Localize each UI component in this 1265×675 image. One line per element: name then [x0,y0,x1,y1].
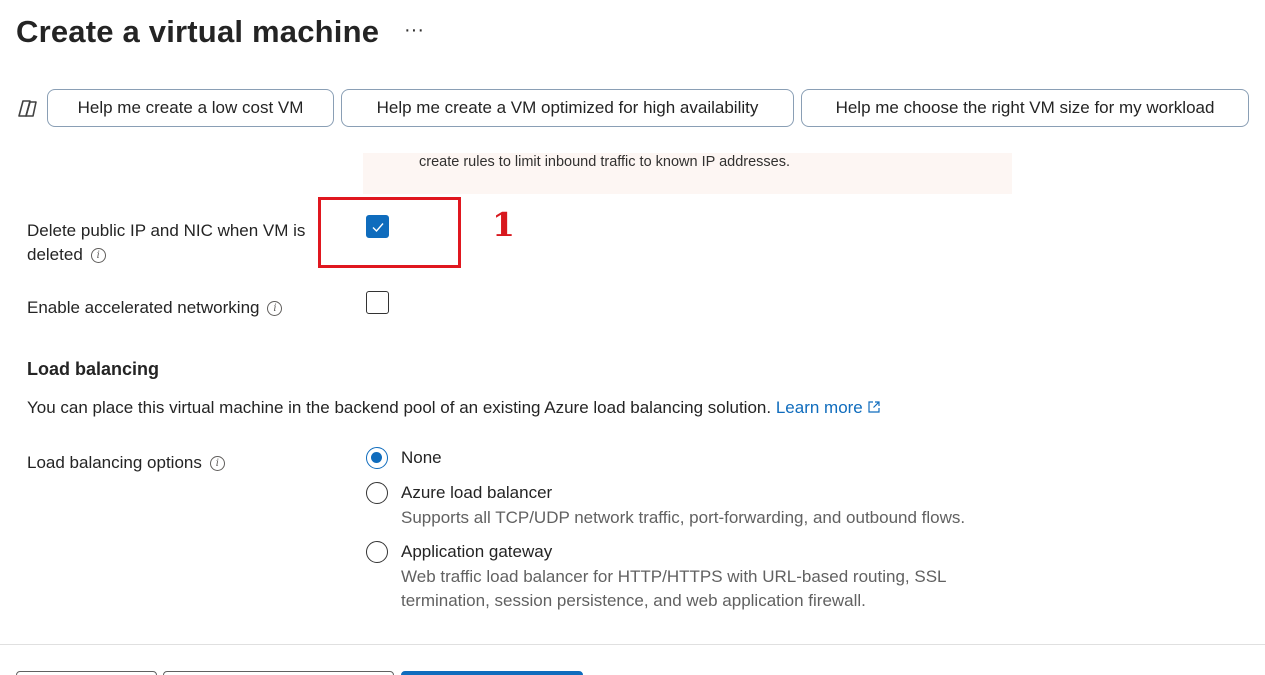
external-link-icon [868,401,880,413]
info-icon[interactable]: i [267,301,283,317]
radio-application-gateway-label: Application gateway [401,542,553,561]
warning-banner: create rules to limit inbound traffic to… [363,153,1012,194]
page-title: Create a virtual machine [16,14,380,49]
copilot-icon [16,98,40,120]
delete-public-ip-text: Delete public IP and NIC when VM is dele… [27,221,306,264]
radio-application-gateway[interactable] [366,541,388,563]
info-icon[interactable]: i [90,248,106,264]
radio-none[interactable] [366,447,388,469]
accelerated-networking-checkbox[interactable] [366,291,389,314]
info-icon[interactable]: i [209,456,225,472]
delete-public-ip-label: Delete public IP and NIC when VM is dele… [27,219,327,267]
load-balancing-description: You can place this virtual machine in th… [27,398,881,418]
radio-azure-load-balancer-label: Azure load balancer [401,483,553,502]
accelerated-networking-text: Enable accelerated networking [27,298,260,317]
footer-button-review-create[interactable] [401,671,583,675]
load-balancing-heading: Load balancing [27,359,160,379]
footer-button-next[interactable] [163,671,394,675]
annotation-highlight-box [318,197,461,268]
warning-text: create rules to limit inbound traffic to… [419,154,791,170]
load-balancing-options-text: Load balancing options [27,453,202,472]
footer-divider [0,644,1265,645]
suggestion-high-availability[interactable]: Help me create a VM optimized for high a… [341,89,794,127]
footer-button-previous[interactable] [16,671,157,675]
annotation-number: 1 [492,205,515,244]
suggestion-low-cost-vm[interactable]: Help me create a low cost VM [47,89,334,127]
azure-load-balancer-description: Supports all TCP/UDP network traffic, po… [401,508,966,527]
load-balancing-options-label: Load balancing options i [27,451,225,475]
load-balancing-description-text: You can place this virtual machine in th… [27,398,772,417]
learn-more-text: Learn more [775,398,863,417]
application-gateway-description: Web traffic load balancer for HTTP/HTTPS… [401,567,946,610]
accelerated-networking-label: Enable accelerated networking i [27,296,283,320]
radio-azure-load-balancer[interactable] [366,482,388,504]
radio-none-label: None [401,448,442,467]
create-vm-page: Create a virtual machine ··· Help me cre… [0,0,1265,675]
suggestion-vm-size[interactable]: Help me choose the right VM size for my … [801,89,1249,127]
learn-more-link[interactable]: Learn more [776,398,881,417]
more-options-button[interactable]: ··· [404,20,424,40]
